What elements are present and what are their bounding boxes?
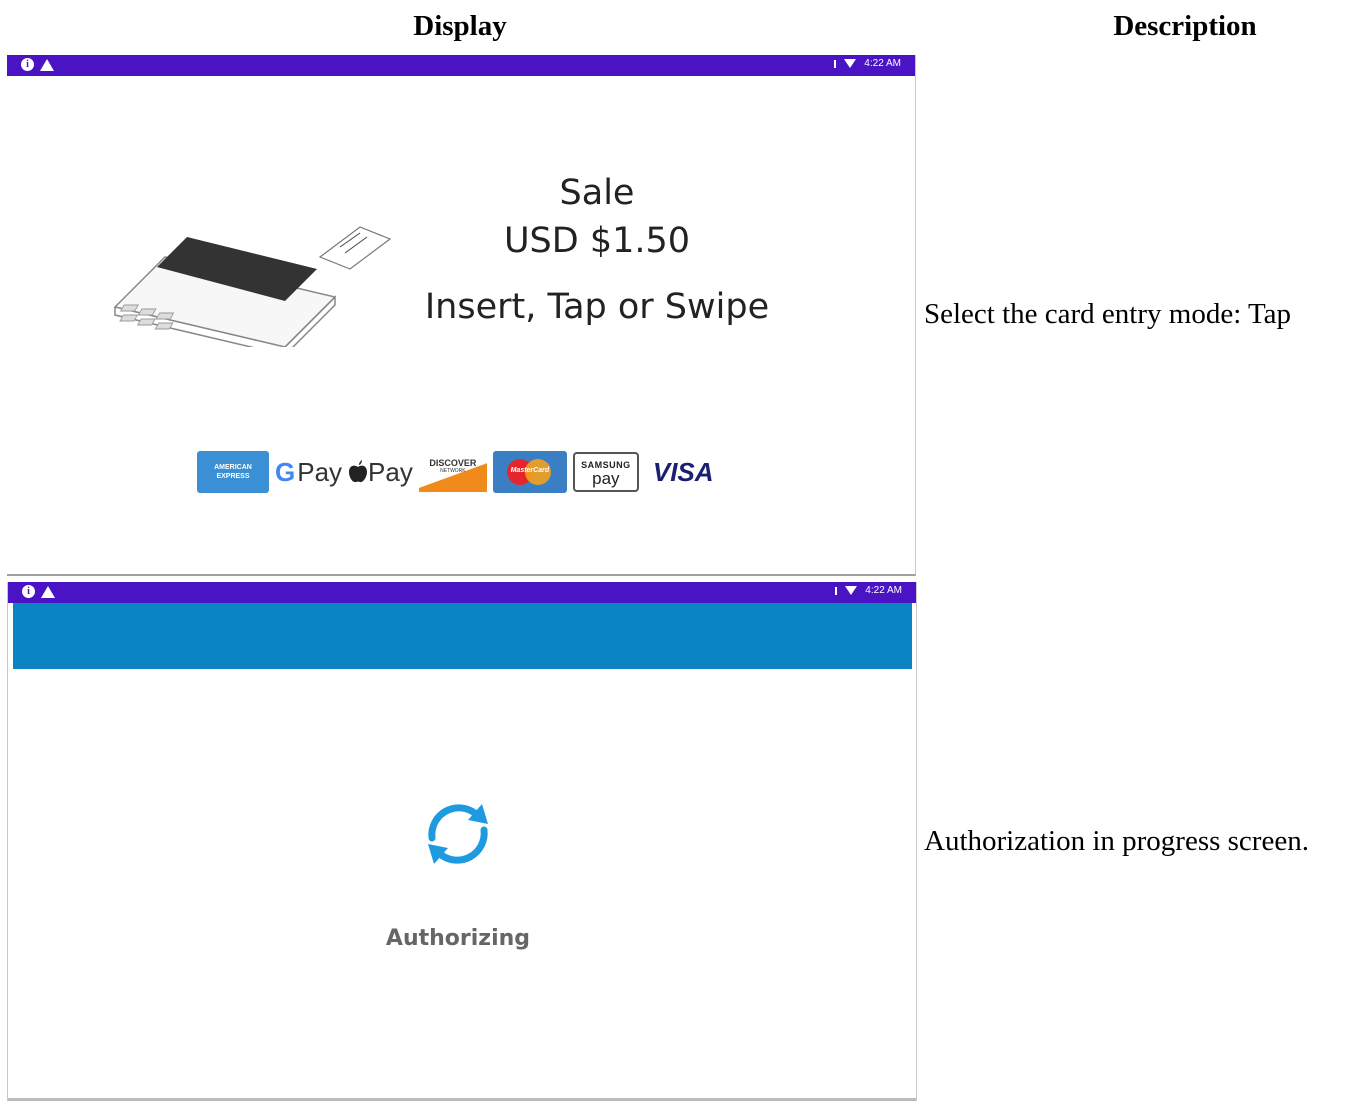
mastercard-logo: MasterCard xyxy=(492,451,567,493)
transaction-amount: USD $1.50 xyxy=(503,221,691,261)
authorizing-screen-screenshot: i 4:22 AM Authorizing xyxy=(7,582,917,1101)
status-time: 4:22 AM xyxy=(865,585,902,596)
payment-logos: AMERICAN EXPRESS G Pay Pay DISCOVER NETWO… xyxy=(197,451,714,493)
apple-icon xyxy=(349,460,368,483)
discover-logo: DISCOVER NETWORK xyxy=(418,452,487,492)
transaction-type: Sale xyxy=(559,173,635,213)
loading-spinner-icon xyxy=(428,804,488,864)
info-icon: i xyxy=(21,58,34,71)
document-table: Display Description i 4:22 AM Sale USD $… xyxy=(0,0,1351,1101)
display-column-header: Display xyxy=(413,10,507,42)
app-header-bar xyxy=(13,603,912,669)
visa-logo: VISA xyxy=(652,456,714,487)
status-bar: i 4:22 AM xyxy=(8,582,916,603)
card-terminal-illustration xyxy=(113,226,392,347)
amex-logo: AMERICAN EXPRESS xyxy=(197,451,269,493)
samsung-pay-logo: SAMSUNG pay xyxy=(572,452,639,492)
apple-pay-logo: Pay xyxy=(348,457,413,488)
warning-icon xyxy=(41,585,55,598)
authorizing-label: Authorizing xyxy=(385,926,531,951)
google-pay-logo: G Pay xyxy=(275,456,343,487)
description-row-2: Authorization in progress screen. xyxy=(924,825,1309,857)
sale-screen-screenshot: i 4:22 AM Sale USD $1.50 Insert, Tap or … xyxy=(7,55,916,576)
signal-icon xyxy=(835,586,838,595)
description-row-1: Select the card entry mode: Tap xyxy=(924,298,1292,330)
wifi-icon xyxy=(845,586,858,595)
status-bar: i 4:22 AM xyxy=(7,55,915,76)
description-column-header: Description xyxy=(1113,10,1257,42)
card-entry-prompt: Insert, Tap or Swipe xyxy=(424,287,770,327)
wifi-icon xyxy=(844,59,857,68)
signal-icon xyxy=(834,59,837,68)
info-icon: i xyxy=(22,585,35,598)
status-time: 4:22 AM xyxy=(864,58,901,69)
warning-icon xyxy=(40,58,54,71)
